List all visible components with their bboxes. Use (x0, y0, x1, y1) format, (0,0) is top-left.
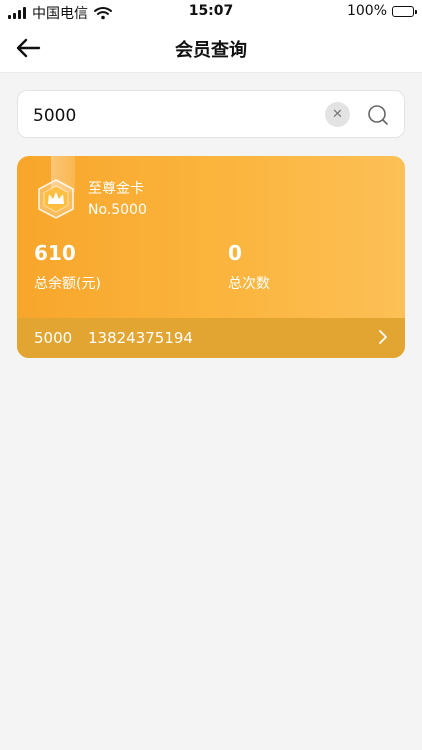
member-card[interactable]: 至尊金卡 No.5000 610 总余额(元) 0 总次数 5000 13824… (17, 156, 405, 358)
balance-value: 610 (34, 241, 76, 265)
battery-percent: 100% (346, 3, 387, 19)
member-number: 5000 (34, 329, 73, 347)
status-right: 100% (346, 3, 417, 19)
crown-badge-icon (38, 179, 74, 219)
status-bar: 中国电信 15:07 100% (0, 0, 422, 24)
clear-icon[interactable]: ✕ (325, 102, 350, 127)
balance-label: 总余额(元) (34, 276, 101, 292)
search-input[interactable] (31, 103, 325, 129)
card-footer[interactable]: 5000 13824375194 (17, 318, 405, 358)
page-title: 会员查询 (175, 40, 247, 61)
battery-icon (392, 5, 417, 17)
search-box: ✕ (17, 90, 405, 138)
chevron-right-icon[interactable] (378, 329, 388, 345)
nav-header: 会员查询 (0, 24, 422, 73)
count-label: 总次数 (228, 276, 270, 292)
member-phone: 13824375194 (88, 329, 193, 347)
search-icon[interactable] (366, 103, 390, 127)
count-value: 0 (228, 241, 242, 265)
card-number: No.5000 (88, 202, 147, 218)
card-type-name: 至尊金卡 (88, 181, 144, 197)
